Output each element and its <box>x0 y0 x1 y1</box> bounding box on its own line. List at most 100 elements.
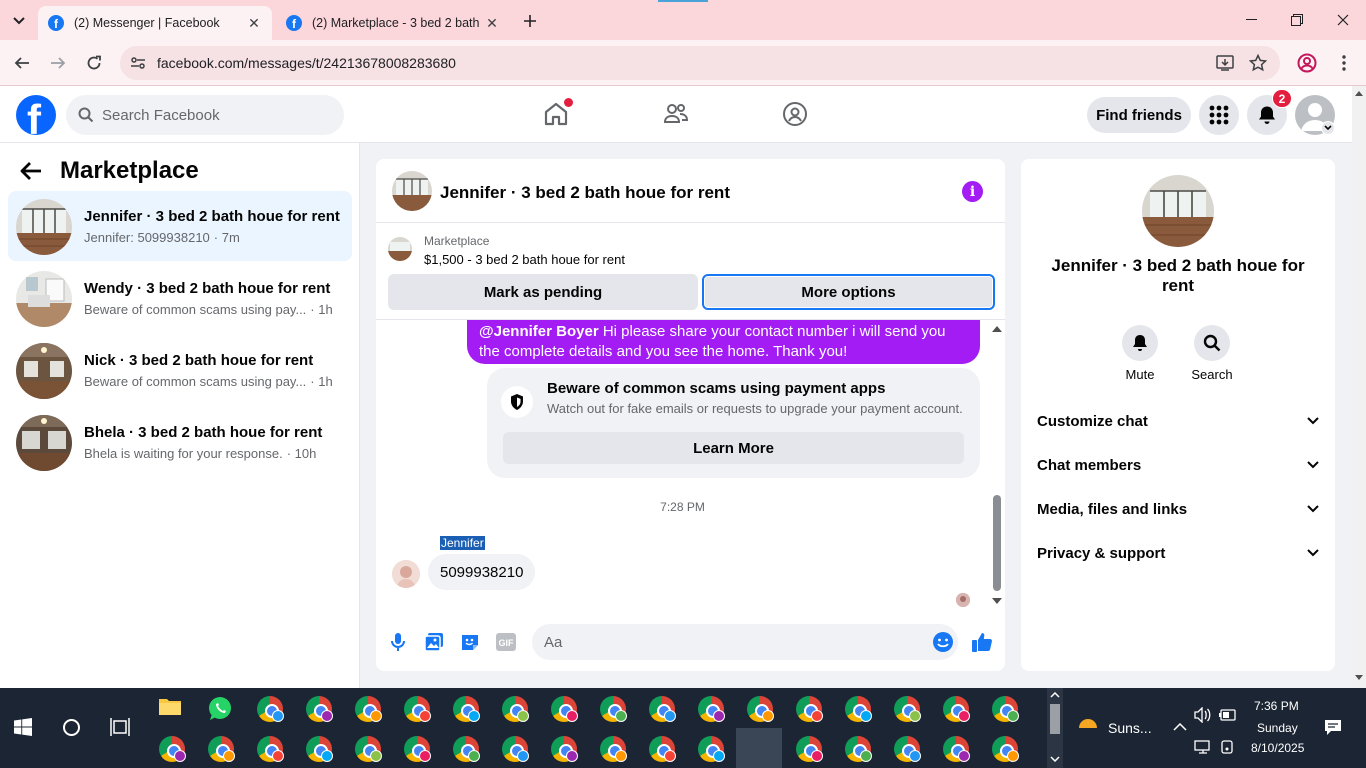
profile-menu-button[interactable] <box>1293 49 1321 77</box>
chrome-profile-icon[interactable] <box>649 696 676 722</box>
weather-text[interactable]: Suns... <box>1108 720 1152 736</box>
sender-avatar[interactable] <box>392 560 420 588</box>
chrome-profile-icon[interactable] <box>355 696 382 722</box>
chrome-profile-icon[interactable] <box>159 736 186 762</box>
chrome-profile-icon[interactable] <box>943 696 970 722</box>
chrome-profile-icon[interactable] <box>698 736 725 762</box>
mark-as-pending-button[interactable]: Mark as pending <box>388 274 698 310</box>
find-friends-button[interactable]: Find friends <box>1087 97 1191 133</box>
weather-icon[interactable] <box>1076 716 1100 736</box>
chrome-profile-icon[interactable] <box>453 736 480 762</box>
scroll-down-icon[interactable] <box>1355 675 1363 680</box>
chrome-profile-icon[interactable] <box>306 696 333 722</box>
new-tab-button[interactable] <box>519 10 541 32</box>
chrome-profile-icon[interactable] <box>502 696 529 722</box>
chrome-profile-icon[interactable] <box>257 696 284 722</box>
listing-price-title[interactable]: $1,500 - 3 bed 2 bath houe for rent <box>424 252 625 267</box>
conversation-item-jennifer[interactable]: Jennifer · 3 bed 2 bath houe for rent Je… <box>8 191 352 261</box>
chrome-profile-icon[interactable] <box>992 736 1019 762</box>
chrome-profile-icon[interactable] <box>453 696 480 722</box>
chevron-up-icon[interactable] <box>1050 692 1060 698</box>
scroll-down-icon[interactable] <box>992 598 1002 604</box>
conversation-item-wendy[interactable]: Wendy · 3 bed 2 bath houe for rent Bewar… <box>8 263 352 333</box>
tab-close-icon[interactable]: ✕ <box>246 15 262 32</box>
chevron-down-icon[interactable] <box>1050 756 1060 762</box>
tab-marketplace[interactable]: f (2) Marketplace - 3 bed 2 bath I ✕ <box>276 6 510 40</box>
facebook-logo[interactable]: f <box>16 95 56 135</box>
search-in-conversation-action[interactable]: Search <box>1182 325 1242 382</box>
chat-members-section[interactable]: Chat members <box>1037 443 1319 487</box>
address-bar[interactable]: facebook.com/messages/t/2421367800828368… <box>120 46 1280 80</box>
install-app-icon[interactable] <box>1216 54 1234 72</box>
voice-clip-button[interactable] <box>386 630 410 654</box>
file-explorer-icon[interactable] <box>158 696 184 722</box>
conversation-item-nick[interactable]: Nick · 3 bed 2 bath houe for rent Beware… <box>8 335 352 405</box>
sticker-button[interactable] <box>458 630 482 654</box>
clock-time[interactable]: 7:36 PM <box>1254 699 1299 713</box>
back-arrow-icon[interactable] <box>20 161 42 181</box>
chrome-profile-icon[interactable] <box>796 736 823 762</box>
customize-chat-section[interactable]: Customize chat <box>1037 399 1319 443</box>
conversation-info-icon[interactable]: i <box>962 181 983 202</box>
conversation-item-bhela[interactable]: Bhela · 3 bed 2 bath houe for rent Bhela… <box>8 407 352 477</box>
tab-messenger[interactable]: f (2) Messenger | Facebook ✕ <box>38 6 272 40</box>
back-button[interactable] <box>8 49 36 77</box>
chrome-profile-icon[interactable] <box>551 696 578 722</box>
listing-thumbnail[interactable] <box>388 237 412 261</box>
search-circle-icon[interactable] <box>63 719 80 736</box>
privacy-support-section[interactable]: Privacy & support <box>1037 531 1319 575</box>
chrome-profile-icon[interactable] <box>747 696 774 722</box>
scroll-up-icon[interactable] <box>992 326 1002 332</box>
learn-more-button[interactable]: Learn More <box>503 432 964 464</box>
start-button[interactable] <box>14 718 32 736</box>
groups-nav-button[interactable] <box>781 100 809 128</box>
chrome-profile-icon[interactable] <box>355 736 382 762</box>
taskbar-scroll[interactable] <box>1047 688 1063 768</box>
chrome-profile-icon[interactable] <box>208 736 235 762</box>
more-options-button[interactable]: More options <box>702 274 995 310</box>
friends-nav-button[interactable] <box>662 100 690 128</box>
incoming-message-bubble[interactable]: 5099938210 <box>428 554 536 590</box>
language-icon[interactable] <box>1221 740 1233 754</box>
chrome-profile-icon[interactable] <box>845 696 872 722</box>
clock-day[interactable]: Sunday <box>1257 721 1298 735</box>
info-avatar[interactable] <box>1142 175 1214 247</box>
mention[interactable]: @Jennifer Boyer <box>479 323 599 340</box>
scroll-up-icon[interactable] <box>1355 91 1363 96</box>
bookmark-star-icon[interactable] <box>1249 54 1267 72</box>
message-input[interactable]: Aa <box>532 624 958 660</box>
chrome-profile-icon[interactable] <box>698 696 725 722</box>
tab-search-button[interactable] <box>8 10 30 32</box>
chrome-profile-icon[interactable] <box>943 736 970 762</box>
chat-avatar[interactable] <box>392 171 432 211</box>
tab-close-icon[interactable]: ✕ <box>484 15 500 32</box>
outgoing-message-bubble[interactable]: @Jennifer Boyer Hi please share your con… <box>467 320 980 364</box>
chrome-profile-icon[interactable] <box>404 736 431 762</box>
attach-media-button[interactable] <box>422 630 446 654</box>
chrome-profile-icon[interactable] <box>551 736 578 762</box>
action-center-icon[interactable] <box>1324 718 1342 736</box>
emoji-button[interactable] <box>931 630 955 654</box>
minimize-button[interactable] <box>1228 0 1274 40</box>
clock-date[interactable]: 8/10/2025 <box>1251 741 1304 755</box>
forward-button[interactable] <box>44 49 72 77</box>
chrome-profile-icon[interactable] <box>404 696 431 722</box>
taskbar-scroll-thumb[interactable] <box>1050 704 1060 734</box>
chrome-profile-icon[interactable] <box>796 696 823 722</box>
chrome-profile-icon[interactable] <box>600 736 627 762</box>
browser-menu-button[interactable] <box>1330 49 1358 77</box>
chrome-profile-icon[interactable] <box>649 736 676 762</box>
network-icon[interactable] <box>1194 740 1212 754</box>
message-scrollbar[interactable] <box>989 320 1005 610</box>
show-hidden-icons-icon[interactable] <box>1173 723 1187 731</box>
menu-button[interactable] <box>1199 95 1239 135</box>
chrome-profile-icon[interactable] <box>894 736 921 762</box>
media-files-links-section[interactable]: Media, files and links <box>1037 487 1319 531</box>
facebook-search[interactable]: Search Facebook <box>66 95 344 135</box>
page-scrollbar[interactable] <box>1352 86 1366 688</box>
site-settings-icon[interactable] <box>130 55 146 71</box>
chrome-profile-icon[interactable] <box>600 696 627 722</box>
like-button[interactable] <box>970 630 994 654</box>
restore-button[interactable] <box>1274 0 1320 40</box>
chrome-profile-icon[interactable] <box>845 736 872 762</box>
